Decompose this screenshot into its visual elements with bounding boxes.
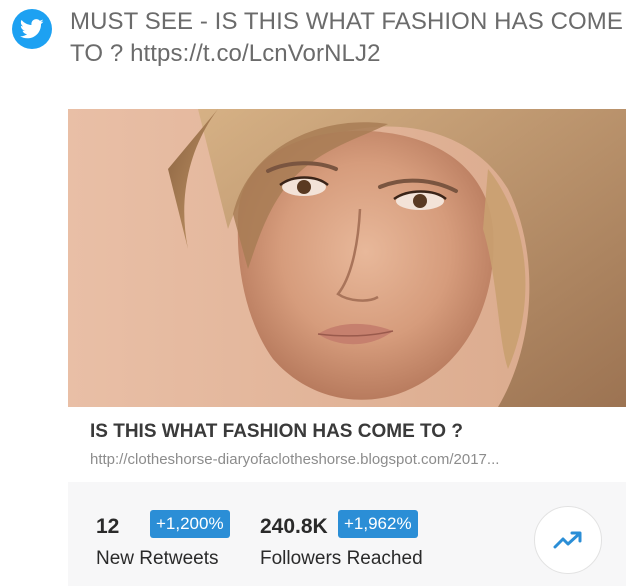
stats-panel: 12 +1,200% New Retweets 240.8K +1,962% F… <box>68 482 626 586</box>
link-preview-card[interactable]: IS THIS WHAT FASHION HAS COME TO ? http:… <box>68 109 626 475</box>
portrait-photo <box>68 109 626 407</box>
followers-count: 240.8K <box>260 515 328 538</box>
card-image[interactable] <box>68 109 626 407</box>
trend-button[interactable] <box>534 506 602 574</box>
twitter-bird-icon <box>12 9 52 49</box>
card-title[interactable]: IS THIS WHAT FASHION HAS COME TO ? <box>90 421 620 443</box>
trending-up-icon <box>553 531 582 549</box>
card-url[interactable]: http://clotheshorse-diaryofaclotheshorse… <box>90 451 606 468</box>
retweets-change-badge: +1,200% <box>150 510 230 538</box>
followers-label: Followers Reached <box>260 548 423 569</box>
tweet-text[interactable]: MUST SEE - IS THIS WHAT FASHION HAS COME… <box>70 6 630 70</box>
followers-change-badge: +1,962% <box>338 510 418 538</box>
retweets-count: 12 <box>96 515 120 538</box>
tweet-analytics-view: MUST SEE - IS THIS WHAT FASHION HAS COME… <box>0 0 640 586</box>
retweets-label: New Retweets <box>96 548 219 569</box>
